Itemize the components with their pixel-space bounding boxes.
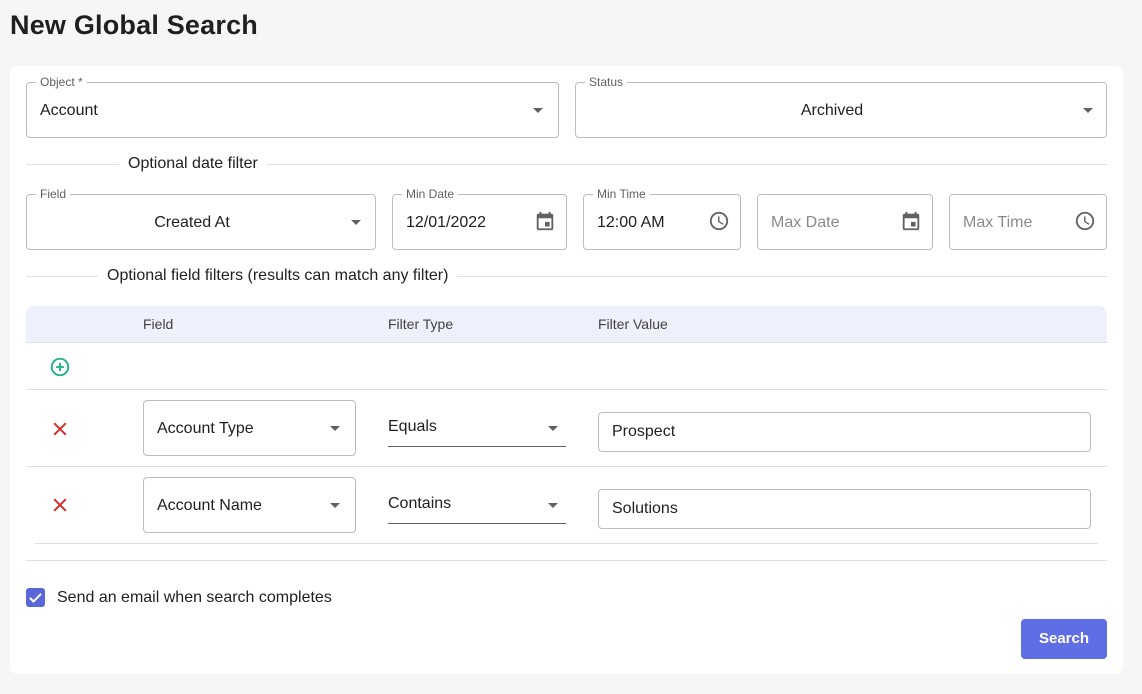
min-time-value: 12:00 AM — [597, 214, 665, 231]
min-date-value: 12/01/2022 — [406, 214, 487, 231]
object-select[interactable]: Object * Account — [26, 75, 559, 138]
clock-icon[interactable] — [1074, 210, 1096, 232]
chevron-down-icon — [533, 108, 543, 113]
filter-field-select[interactable]: Account Type — [143, 400, 356, 456]
checkmark-icon — [29, 593, 42, 603]
filter-value-input[interactable]: Solutions — [598, 489, 1091, 529]
chevron-down-icon — [1083, 108, 1093, 113]
calendar-icon[interactable] — [534, 210, 556, 232]
chevron-down-icon — [548, 503, 558, 508]
search-button[interactable]: Search — [1021, 619, 1107, 659]
object-select-label: Object * — [36, 75, 87, 89]
filter-value-text: Prospect — [612, 423, 676, 440]
date-filter-heading: Optional date filter — [119, 154, 267, 174]
filter-type-value: Contains — [388, 495, 452, 512]
filter-field-value: Account Name — [157, 497, 262, 514]
filter-type-select[interactable]: Equals — [388, 416, 566, 447]
filter-type-select[interactable]: Contains — [388, 493, 566, 524]
min-time-input[interactable]: Min Time 12:00 AM — [583, 187, 741, 250]
row-divider — [26, 389, 1107, 390]
max-time-input[interactable]: Max Time — [949, 194, 1107, 250]
min-time-label: Min Time — [593, 187, 650, 201]
row-divider — [26, 466, 1107, 467]
max-date-input[interactable]: Max Date — [757, 194, 933, 250]
clock-icon[interactable] — [708, 210, 730, 232]
section-divider — [26, 560, 1107, 561]
remove-filter-icon[interactable] — [50, 419, 70, 439]
email-checkbox[interactable] — [26, 588, 45, 607]
remove-filter-icon[interactable] — [50, 495, 70, 515]
min-date-input[interactable]: Min Date 12/01/2022 — [392, 187, 567, 250]
status-select-label: Status — [585, 75, 628, 89]
calendar-icon[interactable] — [900, 210, 922, 232]
date-field-select[interactable]: Field Created At — [26, 187, 376, 250]
field-filters-heading: Optional field filters (results can matc… — [98, 266, 458, 286]
row-divider — [35, 543, 1098, 544]
status-select-value: Archived — [800, 102, 864, 119]
page-title: New Global Search — [10, 10, 258, 40]
column-header-filter-value: Filter Value — [598, 316, 668, 332]
status-select[interactable]: Status Archived — [575, 75, 1107, 138]
filter-field-value: Account Type — [157, 420, 254, 437]
add-filter-icon[interactable] — [49, 356, 71, 378]
column-header-filter-type: Filter Type — [388, 316, 454, 332]
search-form-card: Object * Account Status Archived Optiona… — [10, 66, 1123, 674]
filter-value-text: Solutions — [612, 500, 678, 517]
chevron-down-icon — [330, 503, 340, 508]
date-field-label: Field — [36, 187, 71, 201]
filter-value-input[interactable]: Prospect — [598, 412, 1091, 452]
column-header-field: Field — [143, 316, 174, 332]
chevron-down-icon — [351, 220, 361, 225]
date-field-value: Created At — [154, 214, 230, 231]
min-date-label: Min Date — [402, 187, 459, 201]
filters-table-header: Field Filter Type Filter Value — [26, 306, 1107, 343]
filter-field-select[interactable]: Account Name — [143, 477, 356, 533]
max-date-placeholder: Max Date — [771, 214, 840, 231]
filter-type-value: Equals — [388, 418, 437, 435]
chevron-down-icon — [330, 426, 340, 431]
object-select-value: Account — [40, 102, 98, 119]
email-checkbox-label[interactable]: Send an email when search completes — [57, 589, 332, 607]
max-time-placeholder: Max Time — [963, 214, 1033, 231]
chevron-down-icon — [548, 426, 558, 431]
